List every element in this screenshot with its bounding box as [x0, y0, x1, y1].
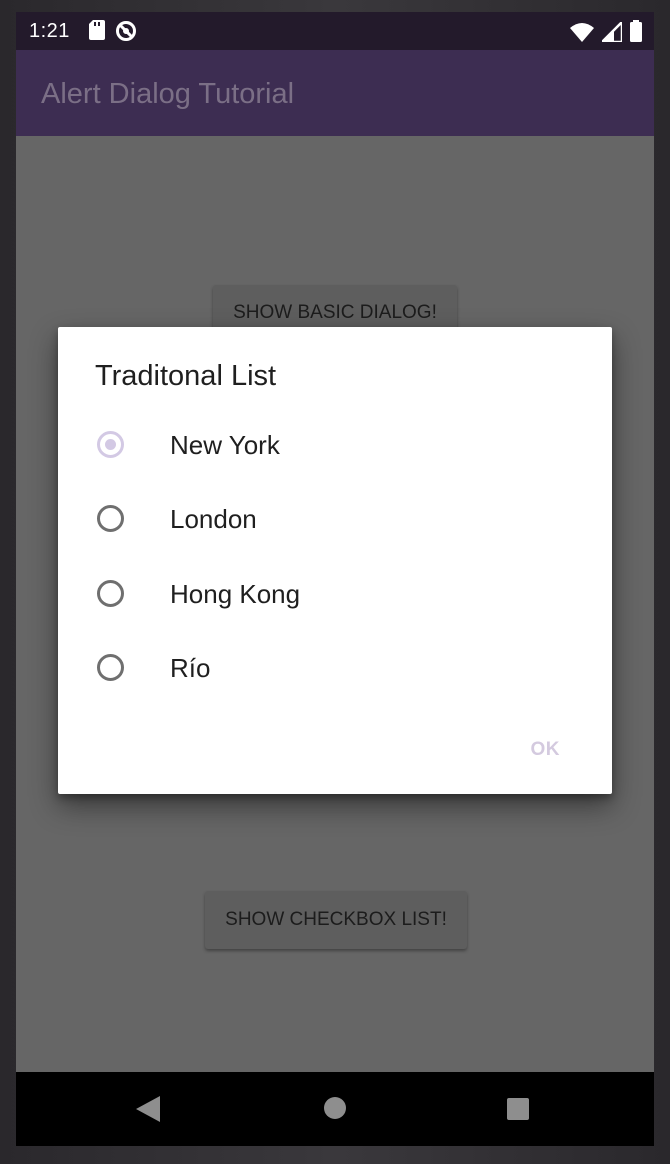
option-new-york[interactable]: New York — [58, 410, 612, 484]
status-left-icons — [89, 20, 137, 47]
back-icon[interactable] — [136, 1096, 160, 1127]
do-not-disturb-icon — [115, 20, 137, 47]
nav-bar — [16, 1072, 654, 1146]
app-bar: Alert Dialog Tutorial — [16, 50, 654, 136]
option-hong-kong[interactable]: Hong Kong — [58, 559, 612, 633]
option-label: New York — [170, 430, 280, 460]
status-time: 1:21 — [29, 20, 70, 42]
single-choice-dialog: Traditonal List New York London Hong Kon… — [58, 327, 612, 794]
cell-signal-icon — [598, 18, 624, 47]
device-frame: 1:21 Alert Dialog Tutorial SHOW BASIC DI… — [0, 0, 670, 1164]
radio-button[interactable] — [97, 505, 124, 532]
radio-button[interactable] — [97, 580, 124, 607]
wifi-icon — [570, 22, 594, 47]
option-label: Hong Kong — [170, 579, 301, 609]
sd-card-icon — [89, 20, 105, 47]
radio-button[interactable] — [97, 431, 124, 458]
dialog-title: Traditonal List — [95, 360, 277, 392]
option-label: London — [170, 504, 257, 534]
home-icon[interactable] — [324, 1097, 346, 1119]
battery-icon — [630, 20, 642, 47]
radio-button[interactable] — [97, 654, 124, 681]
option-label: Río — [170, 653, 211, 683]
recents-icon[interactable] — [507, 1098, 529, 1120]
status-right-icons — [570, 18, 642, 47]
show-checkbox-list-button[interactable]: SHOW CHECKBOX LIST! — [205, 891, 467, 949]
status-bar: 1:21 — [16, 12, 654, 50]
option-rio[interactable]: Río — [58, 633, 612, 707]
option-london[interactable]: London — [58, 484, 612, 558]
ok-button[interactable]: OK — [531, 739, 561, 761]
app-title: Alert Dialog Tutorial — [41, 78, 295, 110]
